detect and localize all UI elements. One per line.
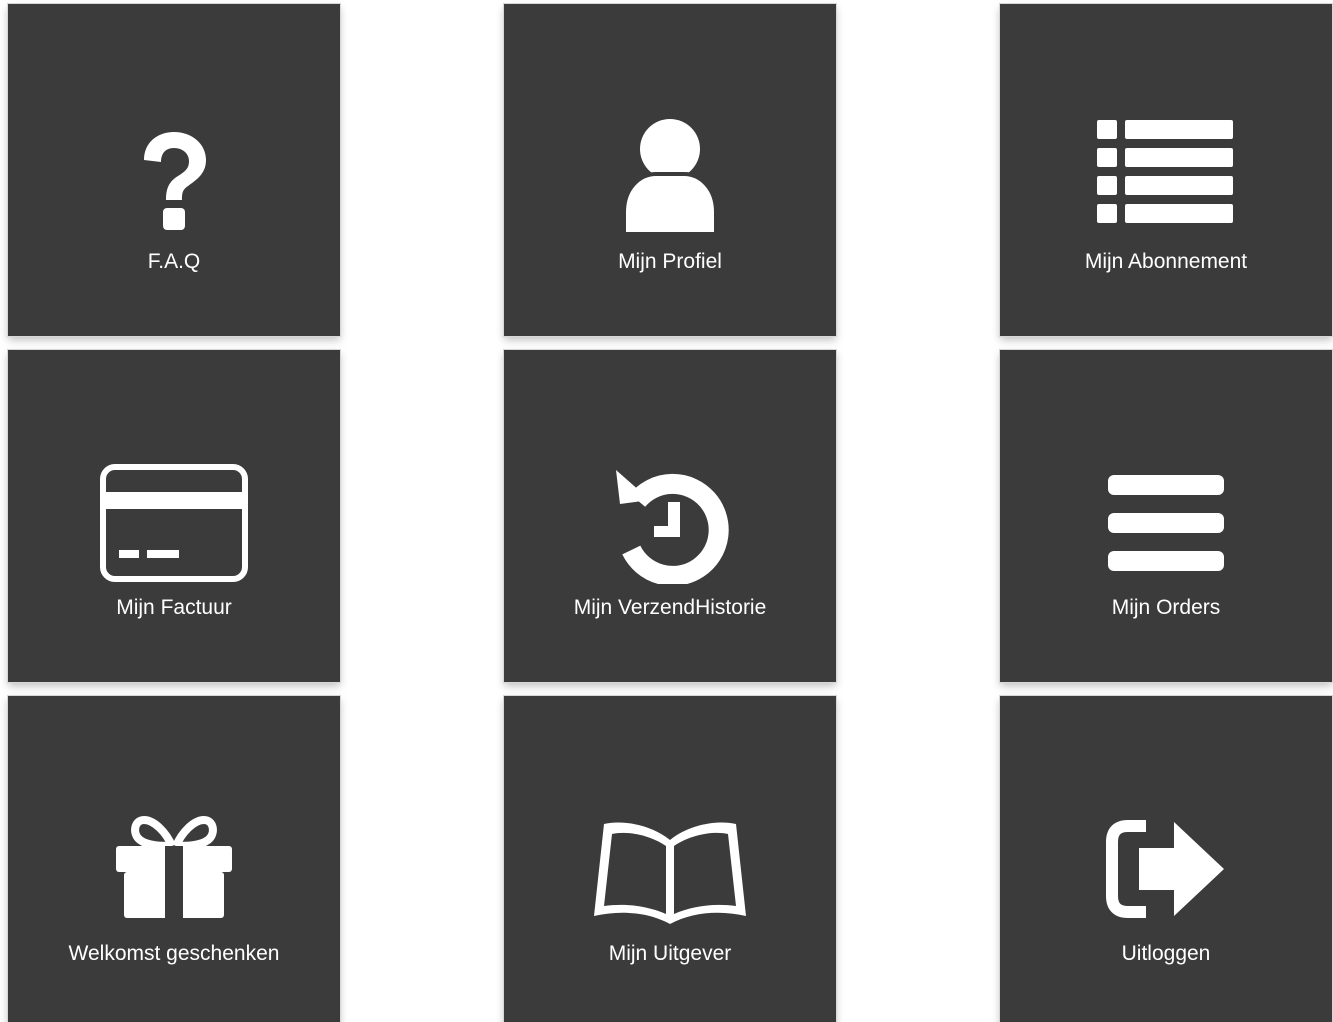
tile-mijn-verzendhistorie[interactable]: Mijn VerzendHistorie [504, 350, 836, 682]
open-book-icon [594, 822, 746, 924]
tile-label: Mijn Abonnement [1084, 250, 1248, 273]
tile-label: Mijn Orders [1111, 596, 1221, 619]
list-icon [1097, 120, 1233, 223]
tile-label: F.A.Q [147, 250, 201, 273]
gift-icon [116, 815, 232, 918]
tile-faq[interactable]: F.A.Q [8, 4, 340, 336]
history-icon [616, 470, 729, 584]
tile-label: Mijn Factuur [116, 596, 232, 619]
bars-icon [1108, 475, 1224, 571]
user-icon [622, 119, 718, 236]
credit-card-icon [100, 464, 248, 582]
tile-mijn-factuur[interactable]: Mijn Factuur [8, 350, 340, 682]
tile-label: Uitloggen [1121, 942, 1211, 965]
tile-mijn-orders[interactable]: Mijn Orders [1000, 350, 1332, 682]
tile-mijn-uitgever[interactable]: Mijn Uitgever [504, 696, 836, 1022]
tile-welkomst-geschenken[interactable]: Welkomst geschenken [8, 696, 340, 1022]
sign-out-icon [1106, 820, 1224, 918]
tile-mijn-profiel[interactable]: Mijn Profiel [504, 4, 836, 336]
tile-uitloggen[interactable]: Uitloggen [1000, 696, 1332, 1022]
tile-label: Mijn Profiel [618, 250, 722, 273]
question-icon [144, 132, 206, 230]
tile-label: Mijn Uitgever [608, 942, 732, 965]
tile-mijn-abonnement[interactable]: Mijn Abonnement [1000, 4, 1332, 336]
tile-label: Welkomst geschenken [68, 942, 280, 965]
tile-label: Mijn VerzendHistorie [573, 596, 767, 619]
account-menu-grid: F.A.Q Mijn Profiel Mijn Abonnement Mijn … [0, 0, 1333, 1022]
